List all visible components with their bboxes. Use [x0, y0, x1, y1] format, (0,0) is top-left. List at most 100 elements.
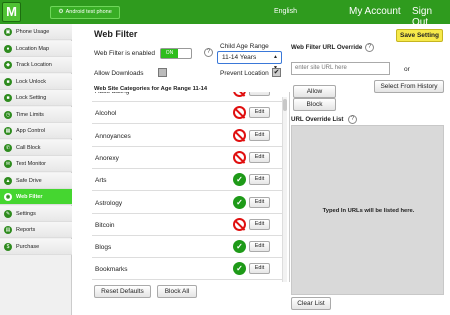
allowed-checkmark-icon[interactable]: ✓	[233, 195, 246, 209]
category-list[interactable]: Adult dating Edit Alcohol Edit Annoyances Edi…	[92, 92, 290, 282]
category-scrollbar[interactable]	[282, 97, 287, 282]
my-account-link[interactable]: My Account	[349, 6, 401, 17]
sidebar-item-phone-usage[interactable]: ▣ Phone Usage	[0, 24, 72, 40]
category-row: Annoyances Edit	[92, 125, 282, 147]
category-row: Astrology ✓ Edit	[92, 192, 282, 214]
edit-category-button[interactable]: Edit	[249, 218, 270, 230]
sidebar-item-label: Settings	[16, 210, 36, 217]
sidebar-item-label: Safe Drive	[16, 177, 42, 184]
language-selector[interactable]: English	[274, 8, 297, 15]
category-name: Blogs	[95, 244, 112, 252]
app-logo[interactable]: M	[2, 2, 21, 22]
sidebar-item-label: Lock Setting	[16, 95, 47, 101]
category-row: Arts ✓ Edit	[92, 169, 282, 192]
sidebar-item-call-block[interactable]: ✆ Call Block	[0, 139, 72, 156]
web-filter-enabled-label: Web Filter is enabled	[94, 50, 155, 57]
sidebar-item-web-filter[interactable]: ◉ Web Filter	[0, 189, 72, 205]
lock-icon: ■	[4, 77, 12, 86]
sidebar-item-label: Track Location	[16, 62, 52, 68]
sidebar-item-reports[interactable]: ▤ Reports	[0, 222, 72, 238]
sign-out-link[interactable]: Sign Out	[412, 6, 450, 28]
category-row: Bookmarks ✓ Edit	[92, 258, 282, 281]
blocked-icon[interactable]	[233, 92, 246, 97]
app-grid-icon: ▦	[4, 127, 12, 135]
category-row: Blogs ✓ Edit	[92, 236, 282, 259]
edit-category-button[interactable]: Edit	[249, 241, 270, 253]
sidebar-item-time-limits[interactable]: ◷ Time Limits	[0, 106, 72, 123]
select-from-history-button[interactable]: Select From History	[374, 80, 444, 93]
car-icon: ▲	[4, 176, 12, 185]
sidebar-item-label: App Control	[16, 128, 46, 134]
prevent-location-checkbox[interactable]: ✔	[272, 68, 281, 77]
allow-url-button[interactable]: Allow	[293, 85, 336, 98]
category-row: Alcohol Edit	[92, 102, 282, 125]
help-icon[interactable]: ?	[204, 48, 213, 57]
age-range-value: 11-14 Years	[222, 54, 257, 61]
allowed-checkmark-icon[interactable]: ✓	[233, 173, 246, 187]
edit-category-button[interactable]: Edit	[249, 196, 270, 208]
device-name: Android test phone	[65, 9, 112, 15]
save-setting-button[interactable]: Save Setting	[396, 29, 443, 42]
url-override-help-icon[interactable]: ?	[365, 43, 374, 52]
sidebar-item-text-monitor[interactable]: ✉ Text Monitor	[0, 156, 72, 172]
sidebar-item-label: Call Block	[16, 144, 41, 151]
url-override-list-title: URL Override List	[291, 116, 344, 123]
site-url-input[interactable]: enter site URL here	[291, 62, 390, 75]
sidebar-item-label: Web Filter	[16, 194, 43, 200]
allow-downloads-label: Allow Downloads	[94, 70, 144, 77]
edit-category-button[interactable]: Edit	[249, 107, 270, 119]
sidebar-item-location-map[interactable]: ● Location Map	[0, 40, 72, 57]
sidebar-item-label: Reports	[16, 227, 36, 233]
sidebar-item-lock-unlock[interactable]: ■ Lock Unlock	[0, 73, 72, 90]
toggle-on-label: ON	[161, 49, 178, 58]
edit-category-button[interactable]: Edit	[249, 151, 270, 163]
block-all-button[interactable]: Block All	[157, 285, 197, 298]
sidebar-item-settings[interactable]: ✎ Settings	[0, 205, 72, 222]
blocked-icon[interactable]	[233, 150, 246, 164]
edit-category-button[interactable]: Edit	[249, 263, 270, 275]
edit-category-button[interactable]: Edit	[249, 129, 270, 141]
allowed-checkmark-icon[interactable]: ✓	[233, 240, 246, 254]
reports-icon: ▤	[4, 226, 12, 234]
device-selector-button[interactable]: ⚙ Android test phone	[50, 6, 120, 19]
dollar-icon: $	[4, 242, 12, 251]
sidebar-item-track-location[interactable]: ◆ Track Location	[0, 57, 72, 73]
map-pin-icon: ●	[4, 44, 12, 53]
blocked-icon[interactable]	[233, 106, 246, 120]
url-override-list[interactable]: Typed In URLs will be listed here.	[291, 125, 444, 295]
sidebar-item-lock-setting[interactable]: ■ Lock Setting	[0, 90, 72, 106]
sidebar-item-label: Time Limits	[16, 111, 44, 118]
top-bar: M ⚙ Android test phone English My Account…	[0, 0, 450, 28]
phone-icon: ▣	[4, 28, 12, 36]
category-row: Bitcoin Edit	[92, 214, 282, 236]
blocked-icon[interactable]	[233, 217, 246, 231]
blocked-icon[interactable]	[233, 128, 246, 142]
url-override-title: Web Filter URL Override	[291, 44, 363, 51]
scrollbar-thumb[interactable]	[283, 99, 287, 111]
web-filter-toggle[interactable]: ON	[160, 48, 192, 59]
category-name: Annoyances	[95, 132, 131, 140]
category-name: Anorexy	[95, 154, 119, 162]
age-range-select[interactable]: 11-14 Years ▲▼	[217, 51, 282, 71]
block-url-button[interactable]: Block	[293, 98, 336, 111]
category-name: Astrology	[95, 199, 123, 207]
or-label: or	[404, 66, 410, 73]
category-name: Bookmarks	[95, 266, 128, 274]
sidebar-item-purchase[interactable]: $ Purchase	[0, 238, 72, 255]
call-block-icon: ✆	[4, 143, 12, 152]
reset-defaults-button[interactable]: Reset Defaults	[94, 285, 151, 298]
gear-icon: ⚙	[58, 9, 64, 15]
override-list-help-icon[interactable]: ?	[348, 115, 357, 124]
text-monitor-icon: ✉	[4, 160, 12, 168]
edit-category-button[interactable]: Edit	[249, 92, 270, 96]
category-name: Alcohol	[95, 110, 117, 118]
clear-list-button[interactable]: Clear List	[291, 297, 331, 310]
allow-downloads-checkbox[interactable]	[158, 68, 167, 77]
category-name: Adult dating	[95, 92, 129, 95]
sidebar-item-app-control[interactable]: ▦ App Control	[0, 123, 72, 139]
sidebar-item-label: Location Map	[16, 45, 50, 52]
sidebar-item-safe-drive[interactable]: ▲ Safe Drive	[0, 172, 72, 189]
allowed-checkmark-icon[interactable]: ✓	[233, 262, 246, 276]
override-list-empty-text: Typed In URLs will be listed here.	[322, 208, 415, 214]
edit-category-button[interactable]: Edit	[249, 174, 270, 186]
